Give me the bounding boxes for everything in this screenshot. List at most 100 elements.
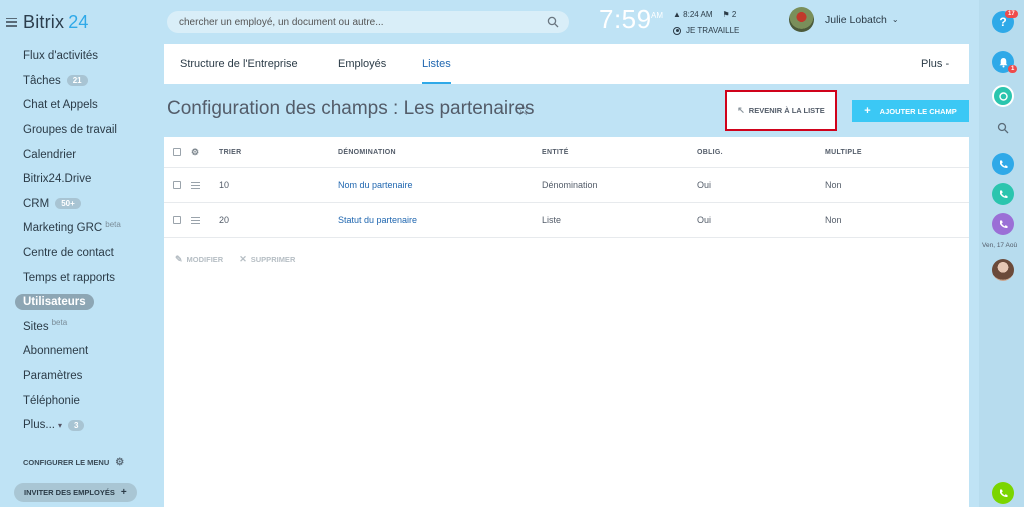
cell-name-link[interactable]: Nom du partenaire bbox=[338, 180, 413, 190]
avatar[interactable] bbox=[992, 259, 1014, 281]
close-icon: ✕ bbox=[239, 254, 247, 264]
menu-item-marketing[interactable]: Marketing GRC beta bbox=[0, 216, 160, 241]
add-field-button[interactable]: + AJOUTER LE CHAMP bbox=[852, 100, 969, 122]
cell-multiple: Non bbox=[825, 215, 842, 225]
alarm-info: ▲ 8:24 AM bbox=[673, 10, 713, 19]
configure-menu-link[interactable]: CONFIGURER LE MENU ⚙ bbox=[23, 457, 124, 468]
menu-item-label: Tâches bbox=[23, 74, 61, 87]
gear-icon: ⚙ bbox=[115, 457, 125, 468]
table-row[interactable]: 10 Nom du partenaire Dénomination Oui No… bbox=[164, 168, 969, 203]
menu-item-calendar[interactable]: Calendrier bbox=[0, 142, 160, 167]
back-to-list-button[interactable]: ↖ REVENIR À LA LISTE bbox=[725, 90, 837, 131]
invite-employees-button[interactable]: INVITER DES EMPLOYÉS + bbox=[14, 483, 137, 502]
bitrix-logo[interactable]: Bitrix 24 bbox=[23, 12, 89, 33]
phone-icon[interactable] bbox=[992, 213, 1014, 235]
edit-label: MODIFIER bbox=[186, 255, 224, 264]
menu-item-label: Chat et Appels bbox=[23, 99, 98, 112]
menu-item-workgroups[interactable]: Groupes de travail bbox=[0, 118, 160, 143]
gear-icon[interactable]: ⚙ bbox=[191, 147, 199, 158]
header-required[interactable]: OBLIG. bbox=[697, 149, 723, 156]
menu-item-settings[interactable]: Paramètres bbox=[0, 364, 160, 389]
chevron-down-icon: ⌄ bbox=[891, 15, 899, 24]
crm-count-badge: 50+ bbox=[55, 198, 81, 210]
edit-action[interactable]: ✎ MODIFIER bbox=[175, 254, 223, 265]
table-row[interactable]: 20 Statut du partenaire Liste Oui Non bbox=[164, 203, 969, 238]
delete-label: SUPPRIMER bbox=[250, 255, 296, 264]
menu-item-activity-stream[interactable]: Flux d'activités bbox=[0, 44, 160, 69]
user-menu[interactable]: Julie Lobatch ⌄ bbox=[789, 7, 899, 32]
row-checkbox[interactable] bbox=[173, 216, 181, 224]
clock-time[interactable]: 7:59 bbox=[599, 4, 652, 35]
recent-date-label: Ven, 17 Aoû bbox=[982, 242, 1018, 249]
flag-info: ⚑ 2 bbox=[723, 10, 737, 19]
tab-more[interactable]: Plus - bbox=[921, 44, 949, 84]
alarm-time: 8:24 AM bbox=[683, 10, 713, 19]
menu-item-sites[interactable]: Sites beta bbox=[0, 315, 160, 340]
select-all-checkbox[interactable] bbox=[173, 148, 181, 156]
header-sort[interactable]: TRIER bbox=[219, 149, 242, 156]
user-name: Julie Lobatch bbox=[825, 13, 887, 26]
menu-item-tasks[interactable]: Tâches 21 bbox=[0, 69, 160, 94]
header-name[interactable]: DÉNOMINATION bbox=[338, 149, 396, 156]
cell-required: Oui bbox=[697, 215, 712, 225]
search-icon[interactable] bbox=[547, 16, 559, 28]
cell-multiple: Non bbox=[825, 180, 842, 190]
menu-item-time-reports[interactable]: Temps et rapports bbox=[0, 265, 160, 290]
more-caret: - bbox=[942, 58, 950, 70]
beta-label: beta bbox=[51, 318, 68, 328]
phone-icon[interactable] bbox=[992, 153, 1014, 175]
page-title: Configuration des champs : Les partenair… bbox=[167, 98, 535, 119]
clock-ampm: AM bbox=[651, 11, 663, 20]
phone-icon[interactable] bbox=[992, 482, 1014, 504]
tab-employees[interactable]: Employés bbox=[338, 44, 386, 84]
star-icon[interactable]: ☆ bbox=[516, 100, 530, 120]
drag-handle-icon[interactable] bbox=[191, 181, 200, 189]
status-label: JE TRAVAILLE bbox=[686, 26, 740, 35]
table-header-row: ⚙ TRIER DÉNOMINATION ENTITÉ OBLIG. MULTI… bbox=[164, 137, 969, 168]
menu-item-label: Plus... bbox=[23, 419, 55, 432]
delete-action[interactable]: ✕ SUPPRIMER bbox=[239, 254, 295, 265]
help-badge: 17 bbox=[1005, 10, 1018, 18]
cell-name-link[interactable]: Statut du partenaire bbox=[338, 215, 417, 225]
menu-item-drive[interactable]: Bitrix24.Drive bbox=[0, 167, 160, 192]
header-entity[interactable]: ENTITÉ bbox=[542, 149, 569, 156]
menu-item-label: Abonnement bbox=[23, 345, 89, 358]
menu-item-label: Groupes de travail bbox=[23, 124, 117, 137]
menu-item-label: Bitrix24.Drive bbox=[23, 173, 92, 186]
work-status[interactable]: JE TRAVAILLE bbox=[673, 26, 739, 35]
workday-info[interactable]: ▲ 8:24 AM ⚑ 2 bbox=[673, 10, 736, 19]
right-sidebar bbox=[979, 0, 1024, 507]
menu-item-subscription[interactable]: Abonnement bbox=[0, 339, 160, 364]
row-checkbox[interactable] bbox=[173, 181, 181, 189]
tab-structure[interactable]: Structure de l'Entreprise bbox=[180, 44, 298, 84]
tab-lists[interactable]: Listes bbox=[422, 44, 451, 84]
search-icon[interactable] bbox=[992, 117, 1014, 139]
group-actions: ✎ MODIFIER ✕ SUPPRIMER bbox=[175, 254, 295, 265]
chevron-down-icon: ▾ bbox=[57, 420, 62, 430]
search-input[interactable] bbox=[179, 16, 539, 28]
menu-item-label: Calendrier bbox=[23, 148, 77, 161]
avatar[interactable] bbox=[789, 7, 814, 32]
phone-icon[interactable] bbox=[992, 183, 1014, 205]
search-bar bbox=[167, 11, 569, 33]
tab-more-label: Plus bbox=[921, 58, 943, 70]
menu-item-telephony[interactable]: Téléphonie bbox=[0, 388, 160, 413]
back-to-list-label: REVENIR À LA LISTE bbox=[748, 106, 825, 115]
chat-icon[interactable] bbox=[992, 85, 1014, 107]
pencil-icon: ✎ bbox=[175, 254, 183, 264]
menu-item-users[interactable]: Utilisateurs bbox=[0, 290, 160, 315]
menu-burger-icon[interactable] bbox=[6, 17, 17, 27]
drag-handle-icon[interactable] bbox=[191, 216, 200, 224]
menu-item-label: Paramètres bbox=[23, 370, 83, 383]
header-multiple[interactable]: MULTIPLE bbox=[825, 149, 862, 156]
menu-item-chat[interactable]: Chat et Appels bbox=[0, 93, 160, 118]
menu-item-label: Flux d'activités bbox=[23, 50, 99, 63]
menu-item-contact-center[interactable]: Centre de contact bbox=[0, 241, 160, 266]
logo-number: 24 bbox=[68, 11, 89, 32]
menu-item-crm[interactable]: CRM 50+ bbox=[0, 192, 160, 217]
plus-icon: + bbox=[120, 487, 127, 498]
menu-item-more[interactable]: Plus... ▾ 3 bbox=[0, 413, 160, 438]
fields-table: ⚙ TRIER DÉNOMINATION ENTITÉ OBLIG. MULTI… bbox=[164, 137, 969, 507]
logo-text: Bitrix bbox=[23, 11, 65, 32]
cell-entity: Liste bbox=[542, 215, 562, 225]
